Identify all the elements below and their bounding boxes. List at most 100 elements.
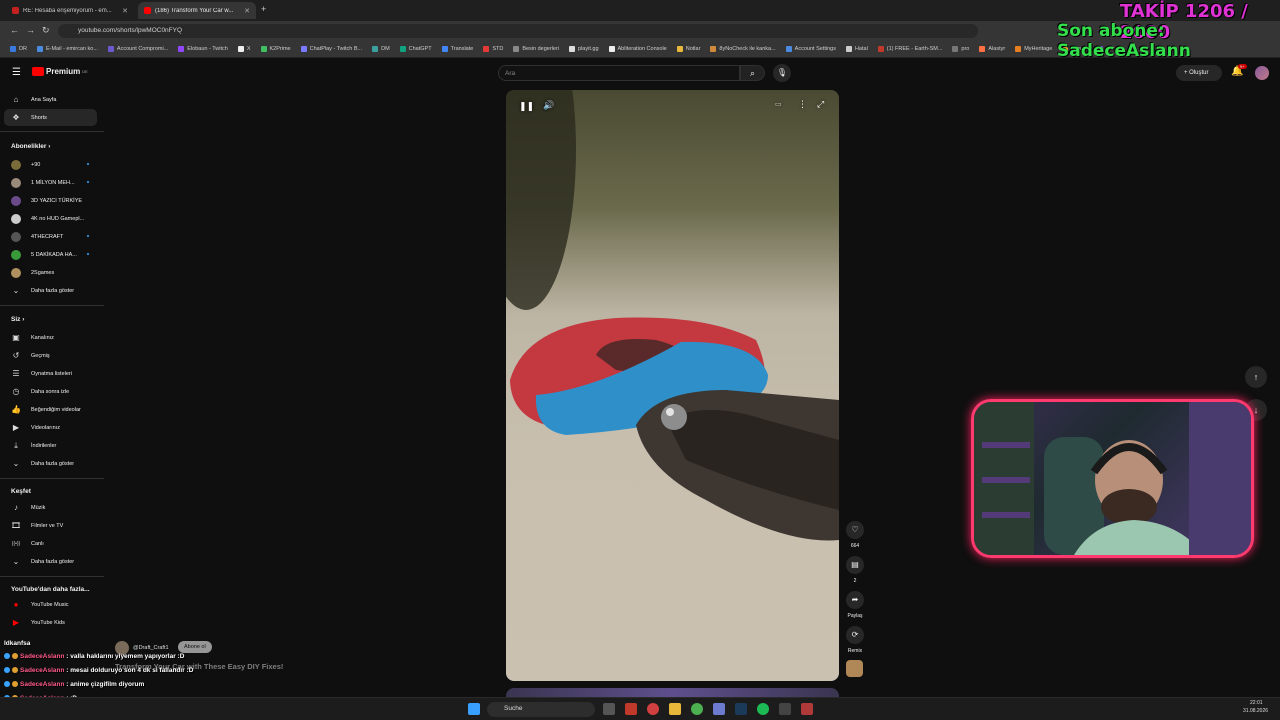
bookmark-item[interactable]: STD (483, 46, 503, 52)
sidebar-item[interactable]: 👍 Beğendiğim videolar (4, 401, 97, 418)
sidebar-item[interactable]: 🎞 Filmler ve TV (4, 517, 97, 534)
reload-icon[interactable]: ↻ (42, 25, 50, 36)
browser-tab[interactable]: RE: Hesaba erişemiyorum - em... ✕ (6, 2, 134, 19)
bookmark-item[interactable]: ChatGPT (399, 46, 432, 52)
share-button[interactable]: ➦ (846, 591, 864, 609)
bookmark-item[interactable]: Translate (441, 46, 473, 52)
bookmark-item[interactable]: E-Mail - emircan ko... (36, 46, 98, 52)
browser-tab-active[interactable]: (186) Transform Your Car w... ✕ (138, 2, 256, 19)
app-icon[interactable] (625, 703, 637, 715)
search-input[interactable]: Ara (498, 65, 740, 81)
sidebar-item[interactable]: ❖ Shorts (4, 109, 97, 126)
sidebar-item[interactable]: ▶ YouTube Kids (4, 614, 97, 631)
bookmark-item[interactable]: Notlar (676, 46, 700, 52)
sidebar-item[interactable]: 3D YAZICI TÜRKİYE (4, 192, 97, 209)
caption-icon[interactable]: ▭ (775, 100, 782, 108)
sidebar-item[interactable]: ♪ Müzik (4, 499, 97, 516)
show-more-button[interactable]: ⌄ Daha fazla göster (4, 553, 97, 570)
sidebar-section-title[interactable]: Keşfet (11, 488, 31, 495)
youtube-icon (144, 7, 151, 14)
sidebar-section-title[interactable]: Siz › (11, 316, 24, 323)
sidebar-item[interactable]: ▶ Videolarınız (4, 419, 97, 436)
bookmark-item[interactable]: Alastyr (979, 46, 1005, 52)
sidebar-item[interactable]: ☰ Oynatma listeleri (4, 365, 97, 382)
bookmark-item[interactable]: Abliteration Console (608, 46, 667, 52)
bookmark-item[interactable]: playit.gg (569, 46, 599, 52)
sidebar-item[interactable]: ◷ Daha sonra izle (4, 383, 97, 400)
app-icon[interactable] (801, 703, 813, 715)
bookmark-item[interactable]: DR (10, 46, 27, 52)
address-bar[interactable]: youtube.com/shorts/lpwMOC0nFYQ (58, 24, 978, 38)
sidebar-item[interactable]: 1 MİLYON MEH... (4, 174, 97, 191)
bookmark-item[interactable]: Hatal (845, 46, 868, 52)
bookmark-item[interactable]: DM (372, 46, 390, 52)
show-more-button[interactable]: ⌄ Daha fazla göster (4, 282, 97, 299)
sidebar-item[interactable]: ● YouTube Music (4, 596, 97, 613)
volume-icon[interactable]: 🔊 (543, 100, 554, 111)
voice-search-button[interactable]: 🎙 (773, 64, 791, 82)
sidebar-item[interactable]: 4THECRAFT (4, 228, 97, 245)
app-icon[interactable] (713, 703, 725, 715)
previous-short-button[interactable]: ↑ (1245, 366, 1267, 388)
sidebar-item-label: Geçmiş (31, 352, 50, 359)
sidebar-item[interactable]: ↺ Geçmiş (4, 347, 97, 364)
menu-icon[interactable]: ☰ (12, 67, 21, 78)
channel-avatar (11, 213, 21, 224)
bookmark-item[interactable]: MyHeritage (1015, 46, 1052, 52)
bookmark-item[interactable]: ChatPlay - Twitch B... (300, 46, 362, 52)
windows-start-icon[interactable] (468, 703, 480, 715)
chrome-icon[interactable] (691, 703, 703, 715)
bookmark-item[interactable]: X (237, 46, 251, 52)
sidebar-section-title[interactable]: Abonelikler › (11, 143, 50, 150)
show-more-button[interactable]: ⌄ Daha fazla göster (4, 455, 97, 472)
sidebar-section-title[interactable]: YouTube'dan daha fazla... (11, 586, 90, 593)
avatar[interactable] (1255, 66, 1269, 80)
bookmark-label: Alastyr (988, 46, 1006, 52)
like-button[interactable]: ♡ (846, 521, 864, 539)
bookmark-item[interactable]: Elobaun - Twitch (178, 46, 228, 52)
bookmark-item[interactable]: 8yNoCheck ile kanka... (710, 46, 776, 52)
channel-name[interactable]: @Draft_Craft1 (133, 645, 169, 651)
sidebar-item[interactable]: +90 (4, 156, 97, 173)
comment-button[interactable]: ▤ (846, 556, 864, 574)
remix-button[interactable]: ⟳ (846, 626, 864, 644)
taskbar-search[interactable]: Suche (487, 702, 595, 717)
youtube-logo[interactable]: Premium DE (32, 67, 88, 76)
sidebar-item[interactable]: 2Sgames (4, 264, 97, 281)
bookmark-label: DM (381, 46, 390, 52)
bookmark-item[interactable]: Besin degerleri (513, 46, 559, 52)
bookmark-item[interactable]: Account Compromi... (107, 46, 168, 52)
sidebar-item[interactable]: ▣ Kanalınız (4, 329, 97, 346)
app-icon[interactable] (647, 703, 659, 715)
sound-thumbnail[interactable] (846, 660, 863, 677)
shorts-video-player[interactable]: ❚❚ 🔊 ▭ ⋮ ⤢ (506, 90, 839, 681)
forward-icon[interactable]: → (26, 25, 35, 35)
new-tab-icon[interactable]: + (261, 4, 266, 14)
task-view-icon[interactable] (603, 703, 615, 715)
sidebar-item[interactable]: 5 DAKİKADA HA... (4, 246, 97, 263)
pause-icon[interactable]: ❚❚ (519, 101, 534, 112)
close-icon[interactable]: ✕ (122, 7, 128, 15)
app-icon[interactable] (779, 703, 791, 715)
back-icon[interactable]: ← (10, 25, 19, 35)
webcam-feed (974, 402, 1251, 555)
create-button[interactable]: + Oluştur (1176, 65, 1222, 81)
bookmark-item[interactable]: pro (952, 46, 969, 52)
close-icon[interactable]: ✕ (244, 7, 250, 15)
bookmark-item[interactable]: K2Prime (260, 46, 291, 52)
steam-icon[interactable] (735, 703, 747, 715)
spotify-icon[interactable] (757, 703, 769, 715)
sidebar-item[interactable]: ⤓ İndirilenler (4, 437, 97, 454)
sidebar-item[interactable]: 4K no HUD Gamepl... (4, 210, 97, 227)
subscribe-button[interactable]: Abone ol (178, 641, 212, 653)
fullscreen-icon[interactable]: ⤢ (817, 99, 824, 110)
sidebar-item[interactable]: ⌂ Ana Sayfa (4, 91, 97, 108)
search-button[interactable]: ⌕ (740, 65, 765, 81)
sidebar-item-label: Shorts (31, 114, 47, 121)
more-options-icon[interactable]: ⋮ (798, 99, 807, 110)
bookmark-item[interactable]: (1) FREE - Earth-SM... (877, 46, 942, 52)
clock-time: 22:01 (1250, 700, 1263, 706)
bookmark-item[interactable]: Account Settings (785, 46, 836, 52)
file-explorer-icon[interactable] (669, 703, 681, 715)
sidebar-item[interactable]: ((•)) Canlı (4, 535, 97, 552)
